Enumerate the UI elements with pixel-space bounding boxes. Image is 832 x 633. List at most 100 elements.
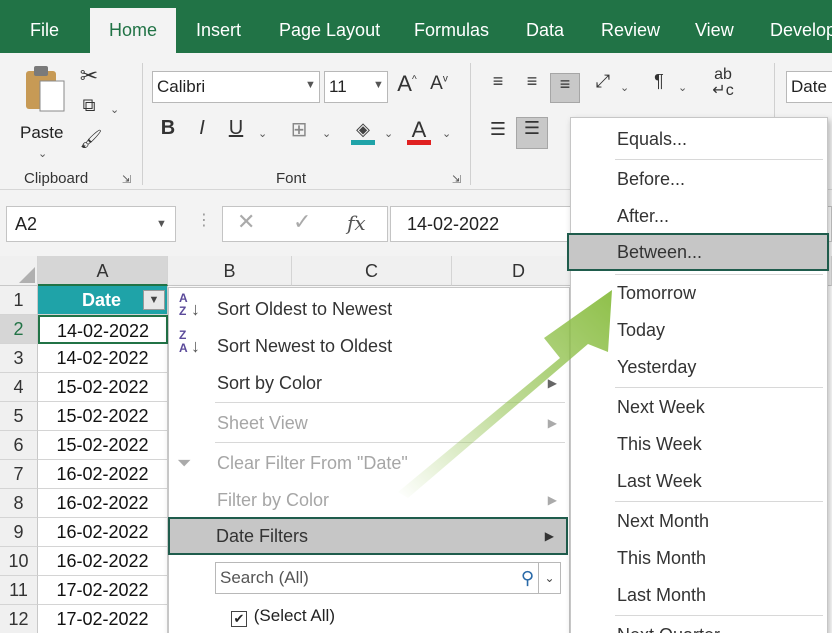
name-box-dropdown-icon[interactable]: ▼	[156, 218, 167, 230]
underline-icon[interactable]: U	[224, 117, 248, 140]
submenu-item-today[interactable]: Today	[571, 312, 827, 348]
submenu-item-next-month[interactable]: Next Month	[571, 503, 827, 539]
select-all-corner[interactable]	[0, 256, 38, 286]
row-header[interactable]: 9	[0, 518, 38, 547]
row-header[interactable]: 11	[0, 576, 38, 605]
search-dropdown-icon[interactable]: ⌄	[538, 563, 560, 593]
date-cell[interactable]: 16-02-2022	[38, 489, 168, 518]
tab-developer[interactable]: Develop	[770, 0, 832, 53]
tab-data[interactable]: Data	[526, 0, 564, 53]
orientation-icon[interactable]: ⤢	[590, 71, 616, 92]
format-painter-icon[interactable]: 🖌	[78, 129, 104, 155]
italic-icon[interactable]: I	[190, 117, 214, 140]
tab-home[interactable]: Home	[90, 8, 176, 53]
font-color-dropdown-icon[interactable]: ⌄	[442, 127, 451, 140]
submenu-item-next-quarter[interactable]: Next Quarter	[571, 617, 827, 633]
column-header-b[interactable]: B	[168, 256, 292, 286]
fill-color-icon[interactable]: ◈	[350, 119, 376, 145]
date-cell[interactable]: 16-02-2022	[38, 518, 168, 547]
text-direction-icon[interactable]: ¶	[646, 71, 672, 92]
clipboard-launcher-icon[interactable]: ⇲	[122, 173, 131, 186]
row-header[interactable]: 8	[0, 489, 38, 518]
increase-font-icon[interactable]: A^	[394, 71, 420, 97]
orientation-dropdown-icon[interactable]: ⌄	[620, 81, 629, 94]
row-header[interactable]: 6	[0, 431, 38, 460]
font-name-select[interactable]: Calibri	[152, 71, 320, 103]
name-box[interactable]: A2	[6, 206, 176, 242]
submenu-item-this-week[interactable]: This Week	[571, 426, 827, 462]
submenu-item-between[interactable]: Between...	[567, 233, 829, 271]
fill-color-dropdown-icon[interactable]: ⌄	[384, 127, 393, 140]
row-header[interactable]: 3	[0, 344, 38, 373]
align-middle-icon[interactable]: ≡	[518, 71, 546, 92]
copy-dropdown-icon[interactable]: ⌄	[110, 103, 119, 116]
date-cell[interactable]: 17-02-2022	[38, 576, 168, 605]
font-name-dropdown-icon[interactable]: ▼	[305, 79, 316, 91]
tab-formulas[interactable]: Formulas	[414, 0, 489, 53]
date-cell[interactable]: 15-02-2022	[38, 373, 168, 402]
cut-icon[interactable]: ✂	[76, 63, 102, 89]
align-top-icon[interactable]: ≡	[484, 71, 512, 92]
column-header-c[interactable]: C	[292, 256, 452, 286]
date-cell[interactable]: 15-02-2022	[38, 402, 168, 431]
formula-bar-options-icon[interactable]: ⋮	[196, 210, 212, 230]
submenu-item-equals[interactable]: Equals...	[571, 121, 827, 157]
paste-dropdown-icon[interactable]: ⌄	[38, 147, 47, 160]
tab-review[interactable]: Review	[601, 0, 660, 53]
submenu-item-last-week[interactable]: Last Week	[571, 463, 827, 499]
submenu-item-tomorrow[interactable]: Tomorrow	[571, 275, 827, 311]
bold-icon[interactable]: B	[156, 117, 180, 140]
cancel-icon[interactable]: ✕	[237, 209, 255, 235]
submenu-item-this-month[interactable]: This Month	[571, 540, 827, 576]
row-header[interactable]: 1	[0, 286, 38, 315]
filter-search-input[interactable]: Search (All) ⚲ ⌄	[215, 562, 561, 594]
date-cell[interactable]: 15-02-2022	[38, 431, 168, 460]
align-left-icon[interactable]: ☰	[484, 119, 512, 140]
row-header[interactable]: 10	[0, 547, 38, 576]
underline-dropdown-icon[interactable]: ⌄	[258, 127, 267, 140]
row-header[interactable]: 5	[0, 402, 38, 431]
sort-newest-item[interactable]: ZA ↓ Sort Newest to Oldest	[169, 328, 569, 364]
date-cell[interactable]: 14-02-2022	[38, 315, 168, 344]
column-header-a[interactable]: A	[38, 256, 168, 286]
date-filters-item[interactable]: Date Filters ▶	[168, 517, 568, 555]
filter-dropdown-button[interactable]: ▼	[143, 290, 165, 310]
borders-dropdown-icon[interactable]: ⌄	[322, 127, 331, 140]
tab-page-layout[interactable]: Page Layout	[279, 0, 380, 53]
submenu-item-yesterday[interactable]: Yesterday	[571, 349, 827, 385]
select-all-item[interactable]: ✔ (Select All)	[231, 602, 335, 630]
font-color-icon[interactable]: A	[406, 117, 432, 145]
paste-button[interactable]: Paste ⌄	[14, 61, 72, 161]
tab-insert[interactable]: Insert	[196, 0, 241, 53]
date-cell[interactable]: 16-02-2022	[38, 547, 168, 576]
date-cell[interactable]: 17-02-2022	[38, 605, 168, 633]
borders-icon[interactable]: ⊞	[286, 117, 312, 142]
wrap-text-icon[interactable]: ab ↵c	[708, 67, 738, 99]
table-header-cell[interactable]: Date ▼	[38, 286, 168, 315]
row-header[interactable]: 2	[0, 315, 38, 344]
font-size-dropdown-icon[interactable]: ▼	[373, 79, 384, 91]
row-header[interactable]: 12	[0, 605, 38, 633]
submenu-item-next-week[interactable]: Next Week	[571, 389, 827, 425]
align-center-icon[interactable]: ☰	[516, 117, 548, 149]
sort-oldest-item[interactable]: AZ ↓ Sort Oldest to Newest	[169, 291, 569, 327]
align-bottom-icon[interactable]: ≡	[550, 73, 580, 103]
submenu-item-before[interactable]: Before...	[571, 161, 827, 197]
font-launcher-icon[interactable]: ⇲	[452, 173, 461, 186]
row-header[interactable]: 7	[0, 460, 38, 489]
row-header[interactable]: 4	[0, 373, 38, 402]
tab-view[interactable]: View	[695, 0, 734, 53]
sort-by-color-item[interactable]: Sort by Color ▶	[169, 365, 569, 401]
tab-file[interactable]: File	[30, 0, 59, 53]
submenu-item-after[interactable]: After...	[571, 198, 827, 234]
checkbox-checked-icon[interactable]: ✔	[231, 611, 247, 627]
date-cell[interactable]: 16-02-2022	[38, 460, 168, 489]
number-format-select[interactable]: Date	[786, 71, 832, 103]
decrease-font-icon[interactable]: Av	[426, 73, 452, 95]
text-direction-dropdown-icon[interactable]: ⌄	[678, 81, 687, 94]
submenu-item-last-month[interactable]: Last Month	[571, 577, 827, 613]
date-cell[interactable]: 14-02-2022	[38, 344, 168, 373]
insert-function-icon[interactable]: fx	[347, 211, 366, 235]
copy-icon[interactable]: ⧉	[76, 95, 102, 121]
enter-icon[interactable]: ✓	[293, 209, 311, 235]
